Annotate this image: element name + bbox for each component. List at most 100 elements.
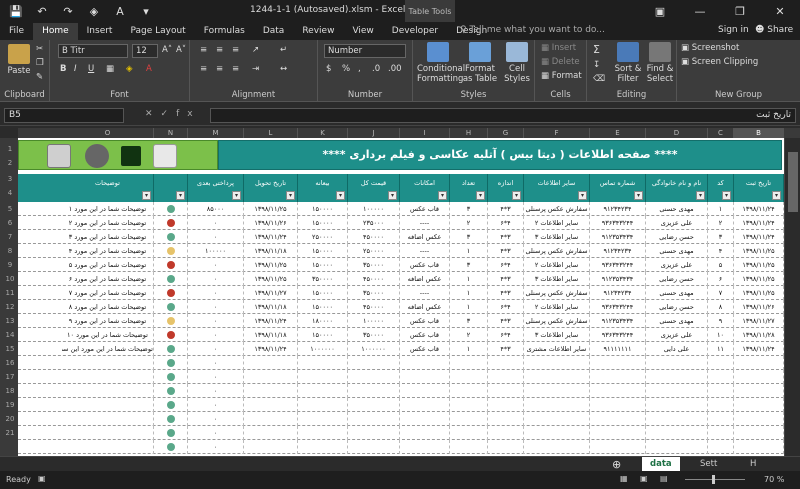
format-painter-icon[interactable]: ✎ — [36, 72, 43, 82]
table-cell[interactable] — [154, 216, 188, 230]
row-header[interactable]: 14 — [2, 328, 18, 342]
grow-font-icon[interactable]: A˄ — [162, 45, 172, 55]
table-row[interactable]: ۰ — [18, 412, 784, 426]
table-cell[interactable]: توضیحات شما در این مورد ۷ — [62, 286, 154, 300]
table-row[interactable]: ۱۳۹۸/۱۱/۲۵ ۶ حسن رضایی ۹۱۲۳۵۳۴۳۴ سایر اطلاعا… — [18, 272, 784, 286]
indent-icon[interactable]: ⇥ — [252, 64, 259, 74]
column-header-o[interactable]: O — [62, 128, 154, 138]
table-cell[interactable]: ۸ — [708, 300, 734, 314]
table-cell[interactable]: ۱۵۰۰۰۰ — [298, 300, 348, 314]
fill-color-icon[interactable]: ◈ — [126, 64, 133, 74]
table-cell[interactable]: ۱۳۹۸/۱۱/۲۴ — [734, 216, 784, 230]
table-cell[interactable]: ۶ — [708, 272, 734, 286]
table-cell[interactable] — [488, 356, 524, 370]
table-cell[interactable] — [154, 412, 188, 426]
table-cell[interactable]: ۰ — [188, 300, 244, 314]
filter-dropdown-icon[interactable]: ▾ — [388, 191, 397, 200]
table-cell[interactable] — [298, 426, 348, 440]
table-cell[interactable] — [524, 398, 590, 412]
row-header[interactable]: 20 — [2, 412, 18, 426]
table-row[interactable]: ۰ — [18, 440, 784, 454]
table-cell[interactable]: ۳ — [450, 230, 488, 244]
vertical-scrollbar[interactable] — [784, 138, 800, 456]
table-cell[interactable]: سفارش عکس پرسنلی — [524, 286, 590, 300]
table-cell[interactable] — [154, 398, 188, 412]
table-cell[interactable]: توضیحات شما در این مورد ۲ — [62, 216, 154, 230]
table-cell[interactable]: قاب عکس — [400, 258, 450, 272]
table-cell[interactable]: ۱ — [450, 300, 488, 314]
table-cell[interactable]: ۱۳۹۸/۱۱/۲۷ — [244, 286, 298, 300]
table-row[interactable]: ۱۳۹۸/۱۱/۲۵ ۴ مهدی حسنی ۹۱۲۳۴۲۳۴ سفارش عکس پر… — [18, 244, 784, 258]
table-cell[interactable]: ۱۳۹۸/۱۱/۲۵ — [244, 258, 298, 272]
table-cell[interactable] — [708, 384, 734, 398]
screenshot-button[interactable]: ▣ Screenshot — [681, 43, 739, 53]
table-cell[interactable] — [348, 370, 400, 384]
table-cell[interactable]: ۱۳۹۸/۱۱/۱۸ — [244, 328, 298, 342]
top-align-icon[interactable]: ≡ — [200, 45, 207, 55]
table-cell[interactable] — [244, 426, 298, 440]
underline-icon[interactable]: U — [88, 64, 94, 74]
table-cell[interactable]: عکس اضافه — [400, 230, 450, 244]
sheet-tab-sett[interactable]: Sett — [692, 457, 725, 472]
table-cell[interactable]: ۹۱۲۳۵۳۴۳۴ — [590, 230, 646, 244]
table-cell[interactable] — [348, 384, 400, 398]
scroll-thumb[interactable] — [788, 152, 798, 212]
decrease-decimal-icon[interactable]: .00 — [388, 64, 402, 74]
table-row[interactable]: ۱۳۹۸/۱۱/۲۴ ۲ علی عزیزی ۹۳۶۳۴۳۲۴۴ سایر اطلاعا… — [18, 216, 784, 230]
share-button[interactable]: ☻ Share — [755, 25, 793, 35]
table-cell[interactable] — [348, 412, 400, 426]
column-header-l[interactable]: L — [244, 128, 298, 138]
table-cell[interactable] — [62, 440, 154, 454]
table-cell[interactable]: ۱۳۹۸/۱۱/۲۴ — [734, 202, 784, 216]
table-cell[interactable]: ۳*۴ — [488, 202, 524, 216]
format-cells-button[interactable]: ▦ Format — [541, 71, 582, 81]
table-cell[interactable] — [298, 440, 348, 454]
table-cell[interactable] — [298, 398, 348, 412]
table-cell[interactable] — [646, 412, 708, 426]
page-layout-view-icon[interactable]: ▣ — [640, 474, 648, 483]
table-cell[interactable] — [590, 370, 646, 384]
table-cell[interactable] — [154, 244, 188, 258]
table-cell[interactable] — [154, 314, 188, 328]
table-row[interactable]: ۰ — [18, 398, 784, 412]
table-cell[interactable] — [646, 356, 708, 370]
table-cell[interactable] — [400, 370, 450, 384]
table-cell[interactable]: ۴*۶ — [488, 300, 524, 314]
table-cell[interactable] — [450, 370, 488, 384]
table-cell[interactable] — [244, 398, 298, 412]
tab-page-layout[interactable]: Page Layout — [121, 23, 194, 40]
table-cell[interactable] — [590, 440, 646, 454]
table-cell[interactable]: ۱۰۰۰۰۰ — [348, 202, 400, 216]
table-cell[interactable]: سفارش عکس پرسنلی — [524, 202, 590, 216]
table-cell[interactable]: علی عزیزی — [646, 258, 708, 272]
table-cell[interactable]: ۱۰۰۰۰۰۰ — [298, 342, 348, 356]
table-cell[interactable]: ۱ — [450, 244, 488, 258]
row-header[interactable]: 1 — [2, 142, 18, 156]
align-center-icon[interactable]: ≡ — [216, 64, 223, 74]
table-cell[interactable]: ۰ — [188, 426, 244, 440]
table-cell[interactable]: سفارش عکس پرسنلی — [524, 314, 590, 328]
table-cell[interactable]: ۱۳۹۸/۱۱/۲۵ — [244, 202, 298, 216]
filter-dropdown-icon[interactable]: ▾ — [578, 191, 587, 200]
table-cell[interactable]: ۳ — [450, 314, 488, 328]
table-cell[interactable]: ۱۳۹۸/۱۱/۱۸ — [244, 244, 298, 258]
zoom-level[interactable]: 70 % — [764, 475, 784, 484]
table-cell[interactable]: ۳*۴ — [488, 342, 524, 356]
paste-button[interactable]: Paste — [4, 44, 34, 76]
table-cell[interactable]: ۱۳۹۸/۱۱/۲۶ — [734, 300, 784, 314]
column-header-h[interactable]: H — [450, 128, 488, 138]
row-header[interactable]: 11 — [2, 286, 18, 300]
table-cell[interactable]: حسن رضایی — [646, 272, 708, 286]
gear-icon[interactable] — [85, 144, 109, 168]
filter-dropdown-icon[interactable]: ▾ — [772, 191, 781, 200]
screen-clipping-button[interactable]: ▣ Screen Clipping — [681, 57, 758, 67]
table-cell[interactable]: توضیحات شما در این مورد ۹ — [62, 314, 154, 328]
table-cell[interactable] — [708, 412, 734, 426]
table-row[interactable]: ۰ — [18, 356, 784, 370]
table-cell[interactable]: علی دایی — [646, 342, 708, 356]
tab-view[interactable]: View — [343, 23, 382, 40]
table-cell[interactable] — [590, 384, 646, 398]
customize-icon[interactable]: ▾ — [136, 2, 156, 20]
table-cell[interactable]: ۰ — [188, 272, 244, 286]
tab-formulas[interactable]: Formulas — [195, 23, 254, 40]
